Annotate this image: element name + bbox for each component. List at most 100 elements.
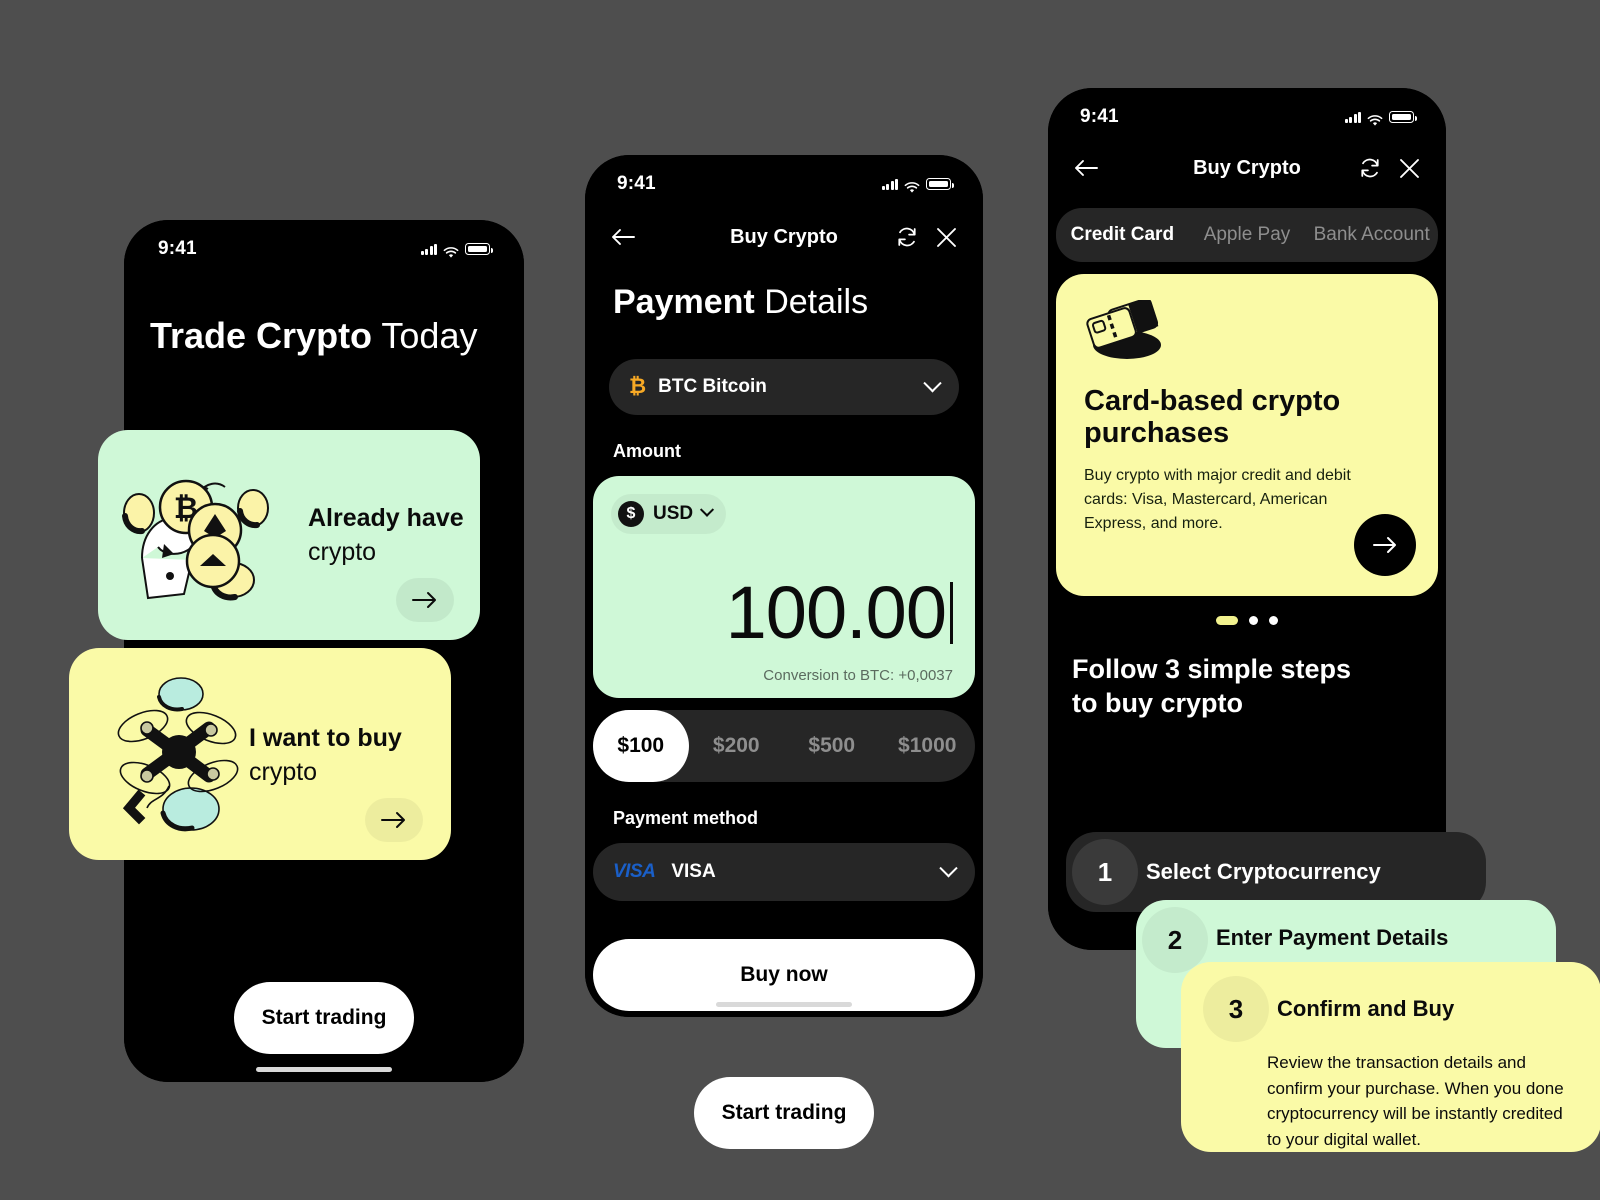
promo-card[interactable]: Card-based crypto purchases Buy crypto w… — [1056, 274, 1438, 596]
promo-body: Buy crypto with major credit and debit c… — [1084, 466, 1351, 532]
step-card-3[interactable]: 3 Confirm and Buy Review the transaction… — [1181, 962, 1600, 1152]
nav-title: Buy Crypto — [1193, 156, 1301, 179]
tab-bank-account[interactable]: Bank Account — [1309, 224, 1434, 246]
amount-value-wrapper: 100.00 — [726, 576, 953, 650]
quick-amount-chip[interactable]: $1000 — [880, 710, 976, 782]
status-indicators — [420, 243, 493, 258]
close-icon[interactable] — [936, 227, 957, 248]
amount-input-card[interactable]: $ USD 100.00 Conversion to BTC: +0,0037 — [593, 476, 975, 698]
text-caret — [950, 582, 953, 644]
visa-icon: VISA — [613, 861, 656, 882]
step-number: 1 — [1072, 839, 1138, 905]
back-button[interactable] — [1074, 158, 1098, 178]
option-card-title: I want to buy — [249, 724, 402, 752]
steps-heading: Follow 3 simple steps to buy crypto — [1072, 653, 1446, 721]
arrow-right-icon[interactable] — [396, 578, 454, 622]
wifi-icon — [1367, 111, 1383, 126]
battery-icon — [465, 243, 493, 255]
canvas: 9:41 Trade Crypto Today Start trading ₿ … — [0, 0, 1600, 1200]
quick-amount-chip[interactable]: $200 — [689, 710, 785, 782]
promo-title: Card-based crypto purchases — [1084, 385, 1341, 450]
page-title: Payment Details — [613, 285, 983, 319]
chevron-down-icon — [923, 373, 942, 392]
page-title-bold: Payment — [613, 283, 755, 321]
currency-select[interactable]: $ USD — [611, 494, 727, 534]
option-card-title: Already have — [308, 504, 464, 532]
bitcoin-icon: ₿ — [629, 375, 647, 398]
page-title: Trade Crypto Today — [150, 316, 510, 356]
start-trading-button[interactable]: Start trading — [234, 982, 414, 1054]
option-card-want-to-buy-crypto[interactable]: I want to buy crypto — [69, 648, 451, 860]
step-title: Confirm and Buy — [1277, 996, 1455, 1021]
steps-heading-line2: to buy crypto — [1072, 687, 1244, 718]
tab-credit-card[interactable]: Credit Card — [1060, 224, 1185, 246]
quick-amount-chips: $100 $200 $500 $1000 — [593, 710, 975, 782]
wifi-icon — [443, 243, 459, 258]
option-card-already-have-crypto[interactable]: ₿ Already have crypto — [98, 430, 480, 640]
start-trading-button[interactable]: Start trading — [694, 1077, 874, 1149]
phone2-screen: 9:41 Buy Crypto Payment Details ₿ BTC Bi… — [585, 155, 983, 1017]
payment-method-value: VISA — [671, 861, 716, 882]
quick-amount-chip[interactable]: $100 — [593, 710, 689, 782]
phone-buy-crypto-info: 9:41 Buy Crypto Credit Card Apple Pay Ba… — [1048, 88, 1600, 1152]
back-button[interactable] — [611, 227, 635, 247]
dollar-icon: $ — [618, 501, 644, 527]
step-body: Review the transaction details and confi… — [1267, 1053, 1564, 1149]
refresh-icon[interactable] — [896, 226, 918, 248]
nav-title: Buy Crypto — [730, 225, 838, 248]
conversion-note: Conversion to BTC: +0,0037 — [763, 667, 953, 684]
cryptocurrency-select[interactable]: ₿ BTC Bitcoin — [609, 359, 959, 415]
home-indicator — [256, 1067, 392, 1072]
cryptocurrency-select-value: BTC Bitcoin — [658, 376, 767, 397]
refresh-icon[interactable] — [1359, 157, 1381, 179]
payment-type-tabs: Credit Card Apple Pay Bank Account — [1056, 208, 1438, 262]
status-bar: 9:41 — [585, 155, 983, 195]
carousel-dot[interactable] — [1269, 616, 1278, 625]
payment-method-select[interactable]: VISA VISA — [593, 843, 975, 901]
status-time: 9:41 — [158, 238, 197, 259]
step-title: Enter Payment Details — [1216, 925, 1449, 950]
tab-apple-pay[interactable]: Apple Pay — [1185, 224, 1310, 246]
cellular-signal-icon — [1344, 111, 1361, 123]
steps-heading-line1: Follow 3 simple steps — [1072, 654, 1352, 684]
status-bar: 9:41 — [1048, 88, 1446, 128]
credit-cards-icon — [1086, 297, 1161, 359]
chevron-down-icon — [700, 502, 715, 517]
cellular-signal-icon — [420, 243, 437, 255]
arrow-right-icon[interactable] — [1354, 514, 1416, 576]
arrow-right-icon[interactable] — [365, 798, 423, 842]
cellular-signal-icon — [881, 178, 898, 190]
status-indicators — [881, 178, 954, 193]
phone-payment-details: 9:41 Buy Crypto Payment Details ₿ BTC Bi… — [585, 155, 983, 1149]
page-title-light: Today — [381, 315, 478, 356]
navigation-bar: Buy Crypto — [1048, 148, 1446, 188]
step-title: Select Cryptocurrency — [1146, 859, 1381, 884]
navigation-bar: Buy Crypto — [585, 217, 983, 257]
carousel-pagination — [1048, 616, 1446, 625]
quick-amount-chip[interactable]: $500 — [784, 710, 880, 782]
wifi-icon — [904, 178, 920, 193]
option-card-subtitle: crypto — [249, 758, 318, 786]
payment-method-label: Payment method — [613, 808, 759, 828]
step-number: 2 — [1142, 907, 1208, 973]
currency-code: USD — [653, 503, 694, 524]
carousel-dot-active[interactable] — [1216, 616, 1238, 625]
battery-icon — [926, 178, 954, 190]
carousel-dot[interactable] — [1249, 616, 1258, 625]
buy-now-button[interactable]: Buy now — [593, 939, 975, 1011]
page-title-bold: Trade Crypto — [150, 315, 373, 356]
close-icon[interactable] — [1399, 158, 1420, 179]
step-number: 3 — [1203, 976, 1269, 1042]
option-card-subtitle: crypto — [308, 538, 377, 566]
drone-coins-illustration — [117, 677, 239, 832]
status-time: 9:41 — [1080, 106, 1119, 127]
chevron-down-icon — [939, 858, 958, 877]
phone3-screen: 9:41 Buy Crypto Credit Card Apple Pay Ba… — [1048, 88, 1446, 950]
status-bar: 9:41 — [124, 220, 524, 260]
phone-onboarding: 9:41 Trade Crypto Today Start trading ₿ … — [69, 220, 524, 1082]
hand-with-coins-illustration: ₿ — [122, 479, 269, 601]
status-indicators — [1344, 111, 1417, 126]
amount-input[interactable]: 100.00 — [726, 576, 947, 650]
amount-label: Amount — [613, 441, 681, 461]
battery-icon — [1389, 111, 1417, 123]
